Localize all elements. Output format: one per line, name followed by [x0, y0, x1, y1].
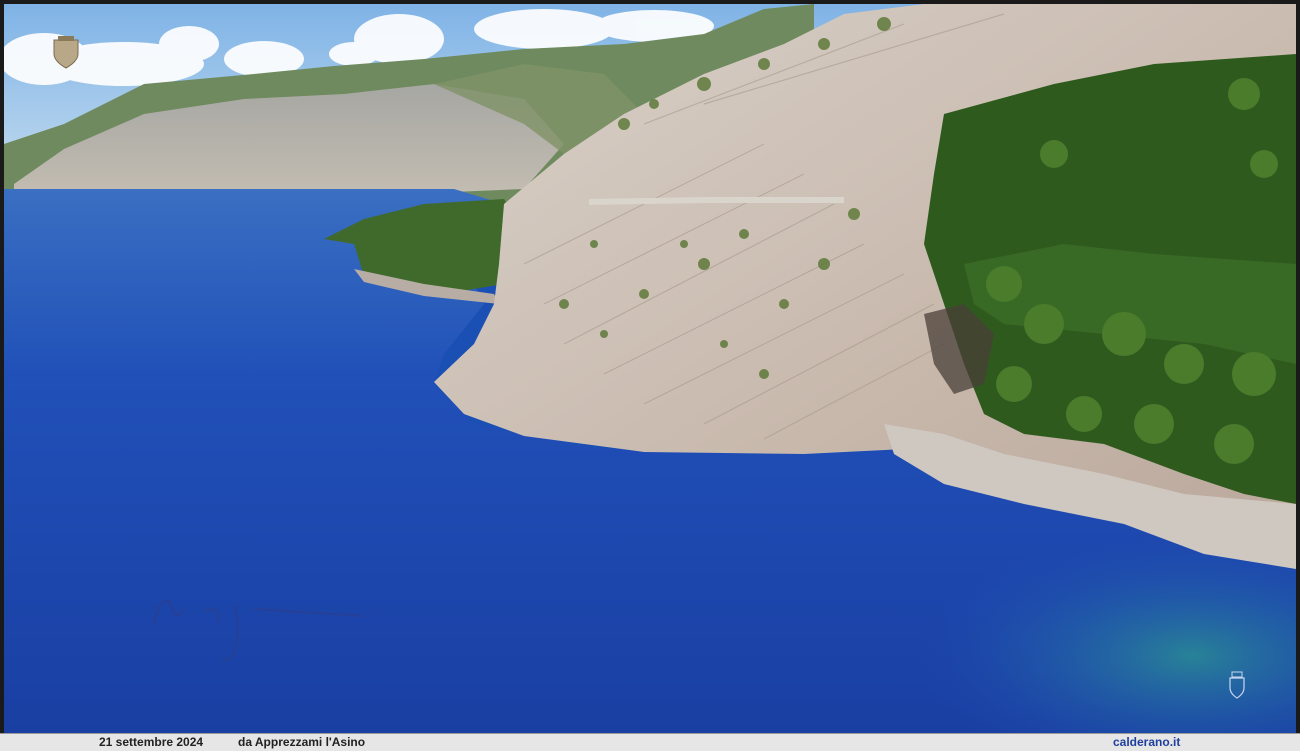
caption-place: da Apprezzami l'Asino [238, 735, 366, 749]
coastline-photo [4, 4, 1296, 733]
photo-frame: 21 settembre 2024 da Apprezzami l'Asino … [0, 0, 1300, 751]
caption-site-link[interactable]: calderano.it [1113, 735, 1180, 749]
coastal-road [588, 197, 844, 205]
caption-bar: 21 settembre 2024 da Apprezzami l'Asino … [0, 733, 1300, 751]
caption-date: 21 settembre 2024 [99, 735, 204, 749]
